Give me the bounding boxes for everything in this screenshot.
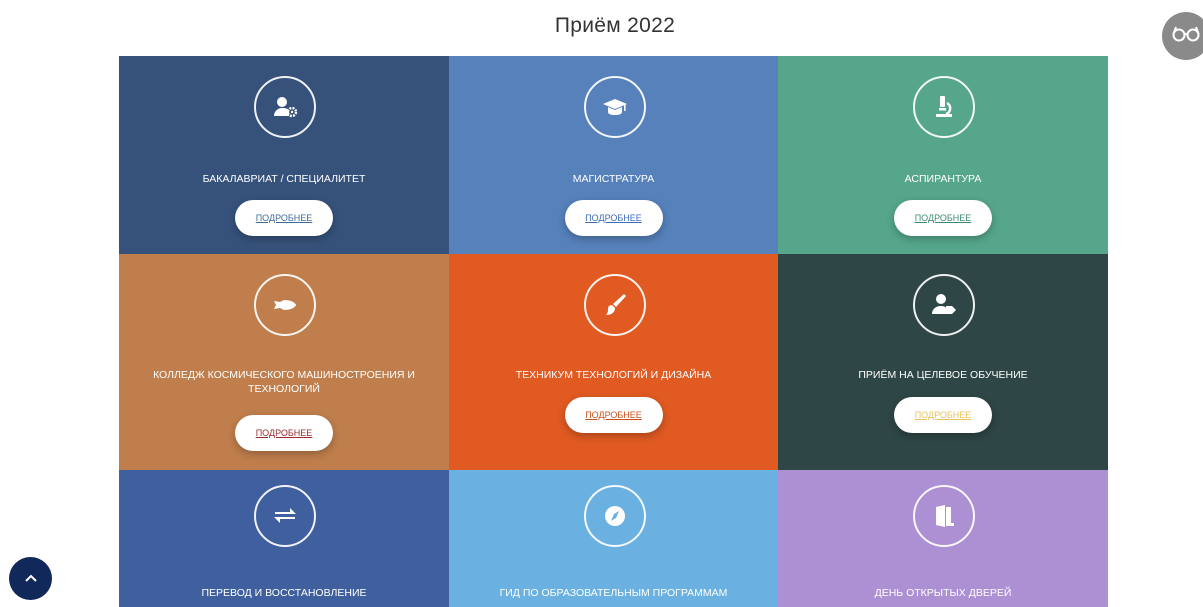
more-button[interactable]: ПОДРОБНЕЕ xyxy=(235,415,333,451)
user-tag-icon xyxy=(913,274,975,336)
tile-postgraduate[interactable]: АСПИРАНТУРА ПОДРОБНЕЕ xyxy=(778,56,1108,254)
tile-label: ГИД ПО ОБРАЗОВАТЕЛЬНЫМ ПРОГРАММАМ xyxy=(499,587,728,599)
tile-technical-school[interactable]: ТЕХНИКУМ ТЕХНОЛОГИЙ И ДИЗАЙНА ПОДРОБНЕЕ xyxy=(449,254,778,470)
tile-transfer[interactable]: ПЕРЕВОД И ВОССТАНОВЛЕНИЕ xyxy=(119,470,449,607)
scroll-to-top-button[interactable] xyxy=(9,557,52,600)
more-button[interactable]: ПОДРОБНЕЕ xyxy=(564,200,663,236)
more-button[interactable]: ПОДРОБНЕЕ xyxy=(564,397,663,433)
more-button[interactable]: ПОДРОБНЕЕ xyxy=(894,397,992,433)
exchange-arrows-icon xyxy=(254,485,316,547)
tile-open-day[interactable]: ДЕНЬ ОТКРЫТЫХ ДВЕРЕЙ xyxy=(778,470,1108,607)
tile-label: АСПИРАНТУРА xyxy=(904,173,982,185)
user-gear-icon xyxy=(254,76,316,138)
paint-brush-icon xyxy=(583,274,646,336)
tile-label: ПЕРЕВОД И ВОССТАНОВЛЕНИЕ xyxy=(201,587,367,599)
tile-label: ПРИЁМ НА ЦЕЛЕВОЕ ОБУЧЕНИЕ xyxy=(858,369,1028,381)
more-button[interactable]: ПОДРОБНЕЕ xyxy=(894,200,992,236)
more-button[interactable]: ПОДРОБНЕЕ xyxy=(235,200,333,236)
tile-label: ТЕХНИКУМ ТЕХНОЛОГИЙ И ДИЗАЙНА xyxy=(515,369,712,381)
tile-master[interactable]: МАГИСТРАТУРА ПОДРОБНЕЕ xyxy=(449,56,778,254)
admission-tiles-grid: БАКАЛАВРИАТ / СПЕЦИАЛИТЕТ ПОДРОБНЕЕ МАГИ… xyxy=(119,56,1108,607)
tile-label: МАГИСТРАТУРА xyxy=(572,173,655,185)
accessibility-button[interactable] xyxy=(1162,12,1203,60)
microscope-icon xyxy=(913,76,975,138)
tile-targeted-training[interactable]: ПРИЁМ НА ЦЕЛЕВОЕ ОБУЧЕНИЕ ПОДРОБНЕЕ xyxy=(778,254,1108,470)
tile-label: ДЕНЬ ОТКРЫТЫХ ДВЕРЕЙ xyxy=(874,587,1012,599)
door-open-icon xyxy=(913,485,975,547)
tile-label: КОЛЛЕДЖ КОСМИЧЕСКОГО МАШИНОСТРОЕНИЯ И ТЕ… xyxy=(153,369,415,395)
tile-bachelor[interactable]: БАКАЛАВРИАТ / СПЕЦИАЛИТЕТ ПОДРОБНЕЕ xyxy=(119,56,449,254)
tile-label: БАКАЛАВРИАТ / СПЕЦИАЛИТЕТ xyxy=(202,173,366,185)
graduation-cap-icon xyxy=(583,76,646,138)
space-shuttle-icon xyxy=(254,274,316,336)
page-title: Приём 2022 xyxy=(554,14,676,37)
tile-programs-guide[interactable]: ГИД ПО ОБРАЗОВАТЕЛЬНЫМ ПРОГРАММАМ xyxy=(449,470,778,607)
compass-icon xyxy=(583,485,646,547)
chevron-up-icon xyxy=(24,570,38,588)
glasses-icon xyxy=(1171,25,1201,48)
tile-college[interactable]: КОЛЛЕДЖ КОСМИЧЕСКОГО МАШИНОСТРОЕНИЯ И ТЕ… xyxy=(119,254,449,470)
